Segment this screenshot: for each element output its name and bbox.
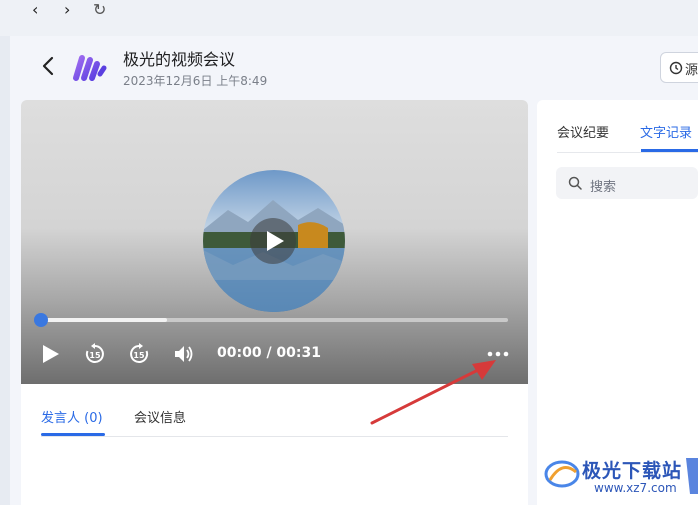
app-logo-icon (73, 55, 107, 81)
tab-divider (41, 436, 508, 437)
tab-meeting-minutes[interactable]: 会议纪要 (557, 122, 609, 141)
svg-text:15: 15 (89, 351, 101, 360)
left-edge-strip (0, 36, 10, 505)
top-right-button-label: 源 (685, 63, 698, 78)
transcript-panel (537, 100, 698, 505)
back-arrow-icon[interactable] (38, 55, 60, 77)
progress-knob[interactable] (34, 313, 48, 327)
progress-buffered (41, 318, 168, 322)
search-icon (568, 176, 582, 190)
volume-icon[interactable] (172, 343, 194, 365)
svg-text:15: 15 (133, 351, 145, 360)
annotation-arrow (370, 360, 496, 425)
browser-forward-icon[interactable]: › (64, 0, 70, 19)
playback-time: 00:00 / 00:31 (217, 345, 321, 361)
tab-transcript[interactable]: 文字记录 (640, 122, 692, 141)
play-button-icon[interactable] (40, 343, 62, 365)
tab-meeting-info[interactable]: 会议信息 (134, 407, 186, 426)
watermark-text: 极光下载站 (582, 460, 683, 482)
restore-icon (669, 61, 683, 75)
watermark-url: www.xz7.com (594, 481, 677, 495)
play-icon (267, 231, 284, 251)
active-tab-underline (41, 433, 105, 436)
meeting-date: 2023年12月6日 上午8:49 (123, 74, 268, 88)
play-overlay-button[interactable] (250, 218, 296, 264)
refresh-icon[interactable]: ↻ (93, 0, 106, 19)
page-title: 极光的视频会议 (123, 50, 236, 69)
right-active-tab-underline (641, 149, 698, 152)
search-input[interactable]: 搜索 (590, 176, 616, 195)
browser-back-icon[interactable]: ‹ (32, 0, 38, 19)
rewind-15-icon[interactable]: 15 (84, 343, 106, 365)
right-tab-divider (557, 152, 698, 153)
forward-15-icon[interactable]: 15 (128, 343, 150, 365)
top-right-button[interactable]: 源 (660, 52, 698, 83)
tab-speakers[interactable]: 发言人 (0) (41, 407, 103, 426)
